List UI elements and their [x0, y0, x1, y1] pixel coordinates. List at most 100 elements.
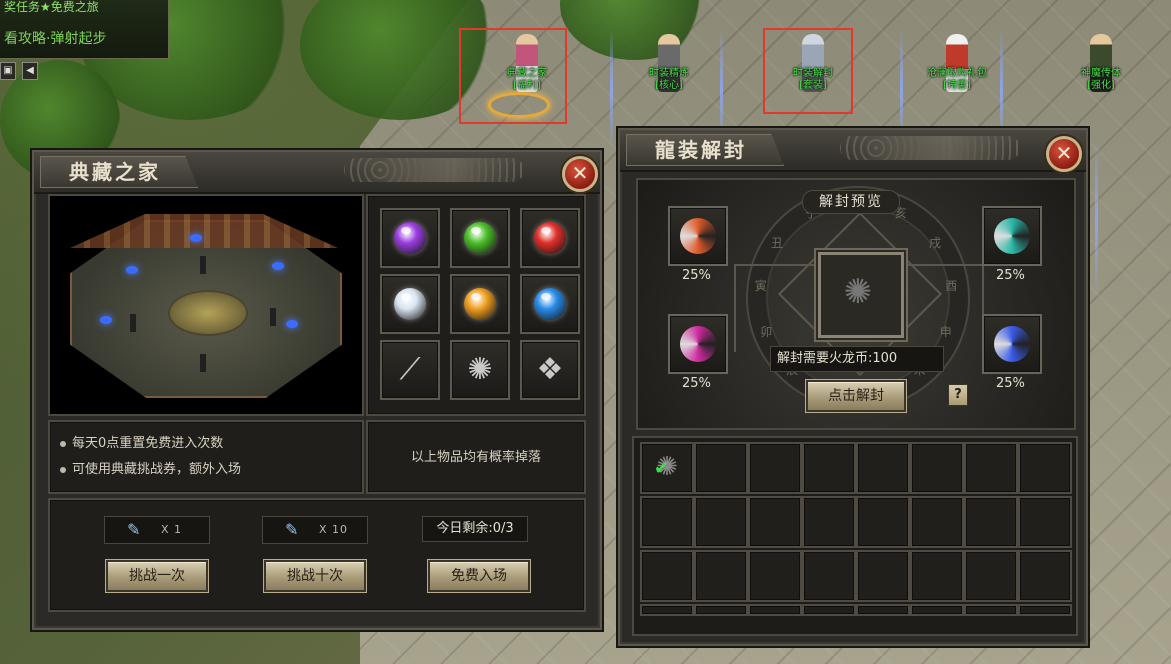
inventory-cell[interactable] — [694, 496, 748, 548]
ticket-quantity: X 10 — [319, 523, 349, 536]
light-beam — [610, 30, 613, 150]
reward-item-slot[interactable]: ⟋ — [380, 340, 440, 400]
arena-center-circle — [168, 290, 248, 336]
unseal-slot[interactable] — [668, 206, 728, 266]
reward-item-slot[interactable] — [380, 274, 440, 334]
unseal-button[interactable]: 点击解封 — [806, 380, 906, 412]
connector-line — [894, 264, 984, 266]
cost-text: 解封需要火龙币:100 — [770, 346, 944, 372]
ticket-x10: ✎ X 10 — [262, 516, 368, 544]
npc-tag: [特惠] — [943, 80, 971, 91]
inventory-cell[interactable] — [910, 496, 964, 548]
help-button[interactable]: ? — [948, 384, 968, 406]
challenge-ten-button[interactable]: 挑战十次 — [264, 560, 366, 592]
quest-line-1: 奖任务★免费之旅 — [4, 0, 99, 14]
inventory-cell[interactable] — [856, 496, 910, 548]
inventory-cell[interactable] — [802, 496, 856, 548]
inventory-cell[interactable] — [640, 604, 694, 616]
notes-box: 每天0点重置免费进入次数 可使用典藏挑战券，额外入场 — [48, 420, 364, 494]
inventory-cell[interactable] — [1018, 550, 1072, 602]
note-text: 可使用典藏挑战券，额外入场 — [72, 462, 242, 477]
check-icon: ✔ — [654, 458, 670, 479]
inventory-cell[interactable] — [640, 550, 694, 602]
inventory-cell[interactable] — [1018, 604, 1072, 616]
close-button[interactable]: ✕ — [1046, 136, 1082, 172]
inventory-cell[interactable] — [856, 604, 910, 616]
dragon-ornament — [840, 136, 1020, 160]
arena-statue — [200, 354, 206, 372]
blade-icon: ⟋ — [399, 352, 421, 387]
unseal-slot[interactable] — [982, 206, 1042, 266]
connector-line — [734, 264, 736, 352]
ticket-quantity: X 1 — [161, 523, 183, 536]
reward-item-slot[interactable] — [450, 274, 510, 334]
inventory-cell[interactable] — [640, 496, 694, 548]
inventory-cell[interactable]: ✺ ✔ — [640, 442, 694, 494]
teal-swirl-icon — [994, 218, 1030, 254]
torch-light — [286, 320, 298, 328]
inventory-cell[interactable] — [694, 550, 748, 602]
inventory-cell[interactable] — [748, 442, 802, 494]
center-preview-slot[interactable]: ✺ — [818, 252, 904, 338]
panel-title: 龍装解封 — [626, 134, 784, 166]
close-button[interactable]: ✕ — [562, 156, 598, 192]
arena-wall — [70, 214, 338, 248]
rune-glyph: 丑 — [770, 236, 783, 251]
reward-item-slot[interactable] — [450, 208, 510, 268]
dragon-ornament — [344, 158, 524, 182]
quest-line-2[interactable]: 看攻略·弹射起步 — [4, 28, 106, 48]
inventory-cell[interactable] — [694, 442, 748, 494]
torch-light — [190, 234, 202, 242]
npc-limited-gift[interactable]: 沧澜限购礼包 [特惠] — [912, 34, 1002, 92]
inventory-cell[interactable] — [802, 550, 856, 602]
inventory-cell[interactable] — [1018, 442, 1072, 494]
magenta-swirl-icon — [680, 326, 716, 362]
inventory-cell[interactable] — [910, 604, 964, 616]
remaining-count: 今日剩余:0/3 — [422, 516, 528, 542]
npc-divine-body[interactable]: 神魔传体 [强化] — [1056, 34, 1146, 92]
challenge-once-button[interactable]: 挑战一次 — [106, 560, 208, 592]
inventory-cell[interactable] — [748, 604, 802, 616]
blue-gem-icon — [534, 288, 566, 320]
inventory-cell[interactable] — [964, 550, 1018, 602]
reward-item-slot[interactable] — [380, 208, 440, 268]
inventory-cell[interactable] — [964, 604, 1018, 616]
wing-icon: ❖ — [536, 352, 564, 387]
success-rate: 25% — [682, 268, 711, 283]
inventory-cell[interactable] — [802, 442, 856, 494]
collapse-arrow-button[interactable]: ◀ — [22, 62, 38, 80]
inventory-cell[interactable] — [802, 604, 856, 616]
reward-item-slot[interactable]: ✺ — [450, 340, 510, 400]
bullet-icon — [60, 440, 66, 447]
npc-fashion-refine[interactable]: 时装精炼 [核心] — [624, 34, 714, 92]
inventory-cell[interactable] — [1018, 496, 1072, 548]
inventory-cell[interactable] — [748, 496, 802, 548]
reward-item-slot[interactable]: ❖ — [520, 340, 580, 400]
inventory-cell[interactable] — [856, 442, 910, 494]
free-entry-button[interactable]: 免费入场 — [428, 560, 530, 592]
rune-glyph: 寅 — [754, 279, 767, 294]
minimize-button[interactable]: ▣ — [0, 62, 16, 80]
success-rate: 25% — [996, 268, 1025, 283]
reward-item-slot[interactable] — [520, 274, 580, 334]
preview-item-icon: ✺ — [843, 272, 873, 312]
inventory-cell[interactable] — [910, 442, 964, 494]
reward-item-slot[interactable] — [520, 208, 580, 268]
arena-statue — [270, 308, 276, 326]
inventory-cell[interactable] — [856, 550, 910, 602]
inventory-cell[interactable] — [748, 550, 802, 602]
inventory-cell[interactable] — [964, 496, 1018, 548]
rune-glyph: 卯 — [760, 325, 773, 340]
note-line: 每天0点重置免费进入次数 — [60, 432, 223, 451]
unseal-slot[interactable] — [668, 314, 728, 374]
inventory-cell[interactable] — [910, 550, 964, 602]
success-rate: 25% — [996, 376, 1025, 391]
light-beam — [1095, 140, 1098, 300]
quest-tracker[interactable]: 奖任务★免费之旅 看攻略·弹射起步 — [0, 0, 169, 59]
scroll-icon: ✎ — [285, 520, 299, 539]
highlight-box — [763, 28, 853, 114]
rune-glyph: 戌 — [929, 236, 942, 251]
unseal-slot[interactable] — [982, 314, 1042, 374]
inventory-cell[interactable] — [964, 442, 1018, 494]
inventory-cell[interactable] — [694, 604, 748, 616]
